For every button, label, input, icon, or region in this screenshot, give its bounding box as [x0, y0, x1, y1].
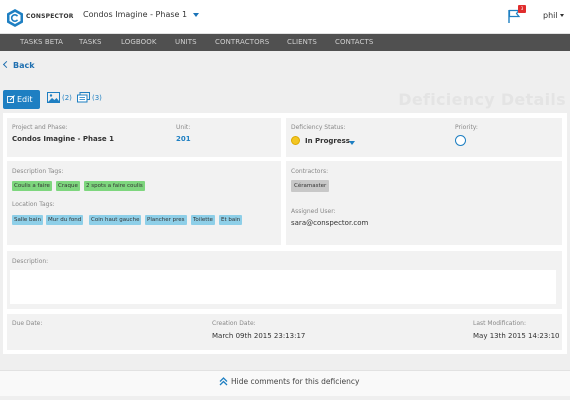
- photos-button[interactable]: (2): [47, 92, 72, 103]
- chevron-down-icon: [559, 14, 564, 17]
- comments-count: (3): [92, 94, 102, 102]
- nav-item-logbook[interactable]: LOGBOOK: [121, 38, 157, 46]
- status-value: In Progress: [305, 137, 350, 145]
- hide-comments-button[interactable]: Hide comments for this deficiency: [219, 377, 359, 386]
- photo-icon: [47, 92, 60, 103]
- nav-item-contractors[interactable]: CONTRACTORS: [215, 38, 269, 46]
- contractor-tag: Céramaster: [291, 180, 330, 192]
- contractors-label: Contractors:: [291, 168, 329, 175]
- location-tag: Toilette: [191, 215, 215, 225]
- last-modification-label: Last Modification:: [473, 320, 526, 327]
- edit-label: Edit: [17, 95, 33, 104]
- creation-date-value: March 09th 2015 23:13:17: [212, 332, 306, 340]
- location-tag: Coin haut gauche: [89, 215, 142, 225]
- conspector-logo-icon[interactable]: [5, 8, 25, 28]
- nav-item-units[interactable]: UNITS: [175, 38, 197, 46]
- description-tag: Craque: [56, 181, 80, 191]
- edit-button[interactable]: Edit: [3, 90, 40, 109]
- chevron-left-icon: [2, 60, 11, 69]
- priority-label: Priority:: [455, 124, 478, 131]
- unit-label: Unit:: [176, 124, 191, 131]
- description-label: Description:: [12, 258, 49, 265]
- back-label: Back: [13, 61, 35, 70]
- comments-button[interactable]: (3): [77, 92, 102, 103]
- user-menu[interactable]: phil: [543, 11, 564, 20]
- project-selector[interactable]: Condos Imagine - Phase 1: [83, 10, 200, 19]
- location-tag: Plancher pres: [145, 215, 187, 225]
- user-name: phil: [543, 11, 558, 20]
- unit-value[interactable]: 201: [176, 135, 191, 143]
- description-field: [10, 270, 556, 304]
- location-tag: Mur du fond: [46, 215, 84, 225]
- chevron-down-icon: [349, 141, 355, 145]
- photos-count: (2): [62, 94, 72, 102]
- project-selector-value: Condos Imagine - Phase 1: [83, 10, 188, 19]
- description-tag: 2 spots a faire coulis: [84, 181, 145, 191]
- nav-item-tasks-beta[interactable]: TASKS BETA: [20, 38, 63, 46]
- status-dropdown[interactable]: In Progress: [291, 135, 361, 148]
- description-tag: Coulis a faire: [12, 181, 52, 191]
- brand-name: CONSPECTOR: [26, 13, 74, 20]
- nav-item-contacts[interactable]: CONTACTS: [335, 38, 373, 46]
- location-tags-label: Location Tags:: [12, 201, 55, 208]
- nav-item-tasks[interactable]: TASKS: [79, 38, 102, 46]
- creation-date-label: Creation Date:: [212, 320, 256, 327]
- last-modification-value: May 13th 2015 14:23:10: [473, 332, 560, 340]
- chevron-down-icon: [193, 12, 200, 17]
- status-label: Deficiency Status:: [291, 124, 346, 131]
- main-nav: TASKS BETA TASKS LOGBOOK UNITS CONTRACTO…: [0, 34, 570, 51]
- back-link[interactable]: Back: [2, 60, 35, 70]
- edit-icon: [7, 95, 15, 103]
- priority-circle-icon[interactable]: [455, 135, 466, 146]
- due-date-label: Due Date:: [12, 320, 43, 327]
- assigned-user-value: sara@conspector.com: [291, 219, 369, 227]
- assigned-user-label: Assigned User:: [291, 208, 336, 215]
- location-tag: Et bain: [219, 215, 243, 225]
- page-title: Deficiency Details: [398, 90, 566, 109]
- project-value: Condos Imagine - Phase 1: [12, 135, 114, 143]
- project-label: Project and Phase:: [12, 124, 68, 131]
- notification-badge: 3: [518, 5, 526, 13]
- double-chevron-up-icon: [219, 377, 228, 386]
- nav-item-clients[interactable]: CLIENTS: [287, 38, 317, 46]
- description-tags-label: Description Tags:: [12, 168, 64, 175]
- status-indicator-icon: [291, 136, 300, 145]
- hide-comments-label: Hide comments for this deficiency: [231, 377, 360, 386]
- location-tag: Salle bain: [12, 215, 43, 225]
- comments-icon: [77, 92, 90, 103]
- top-bar: CONSPECTOR Condos Imagine - Phase 1 3 ph…: [0, 0, 570, 34]
